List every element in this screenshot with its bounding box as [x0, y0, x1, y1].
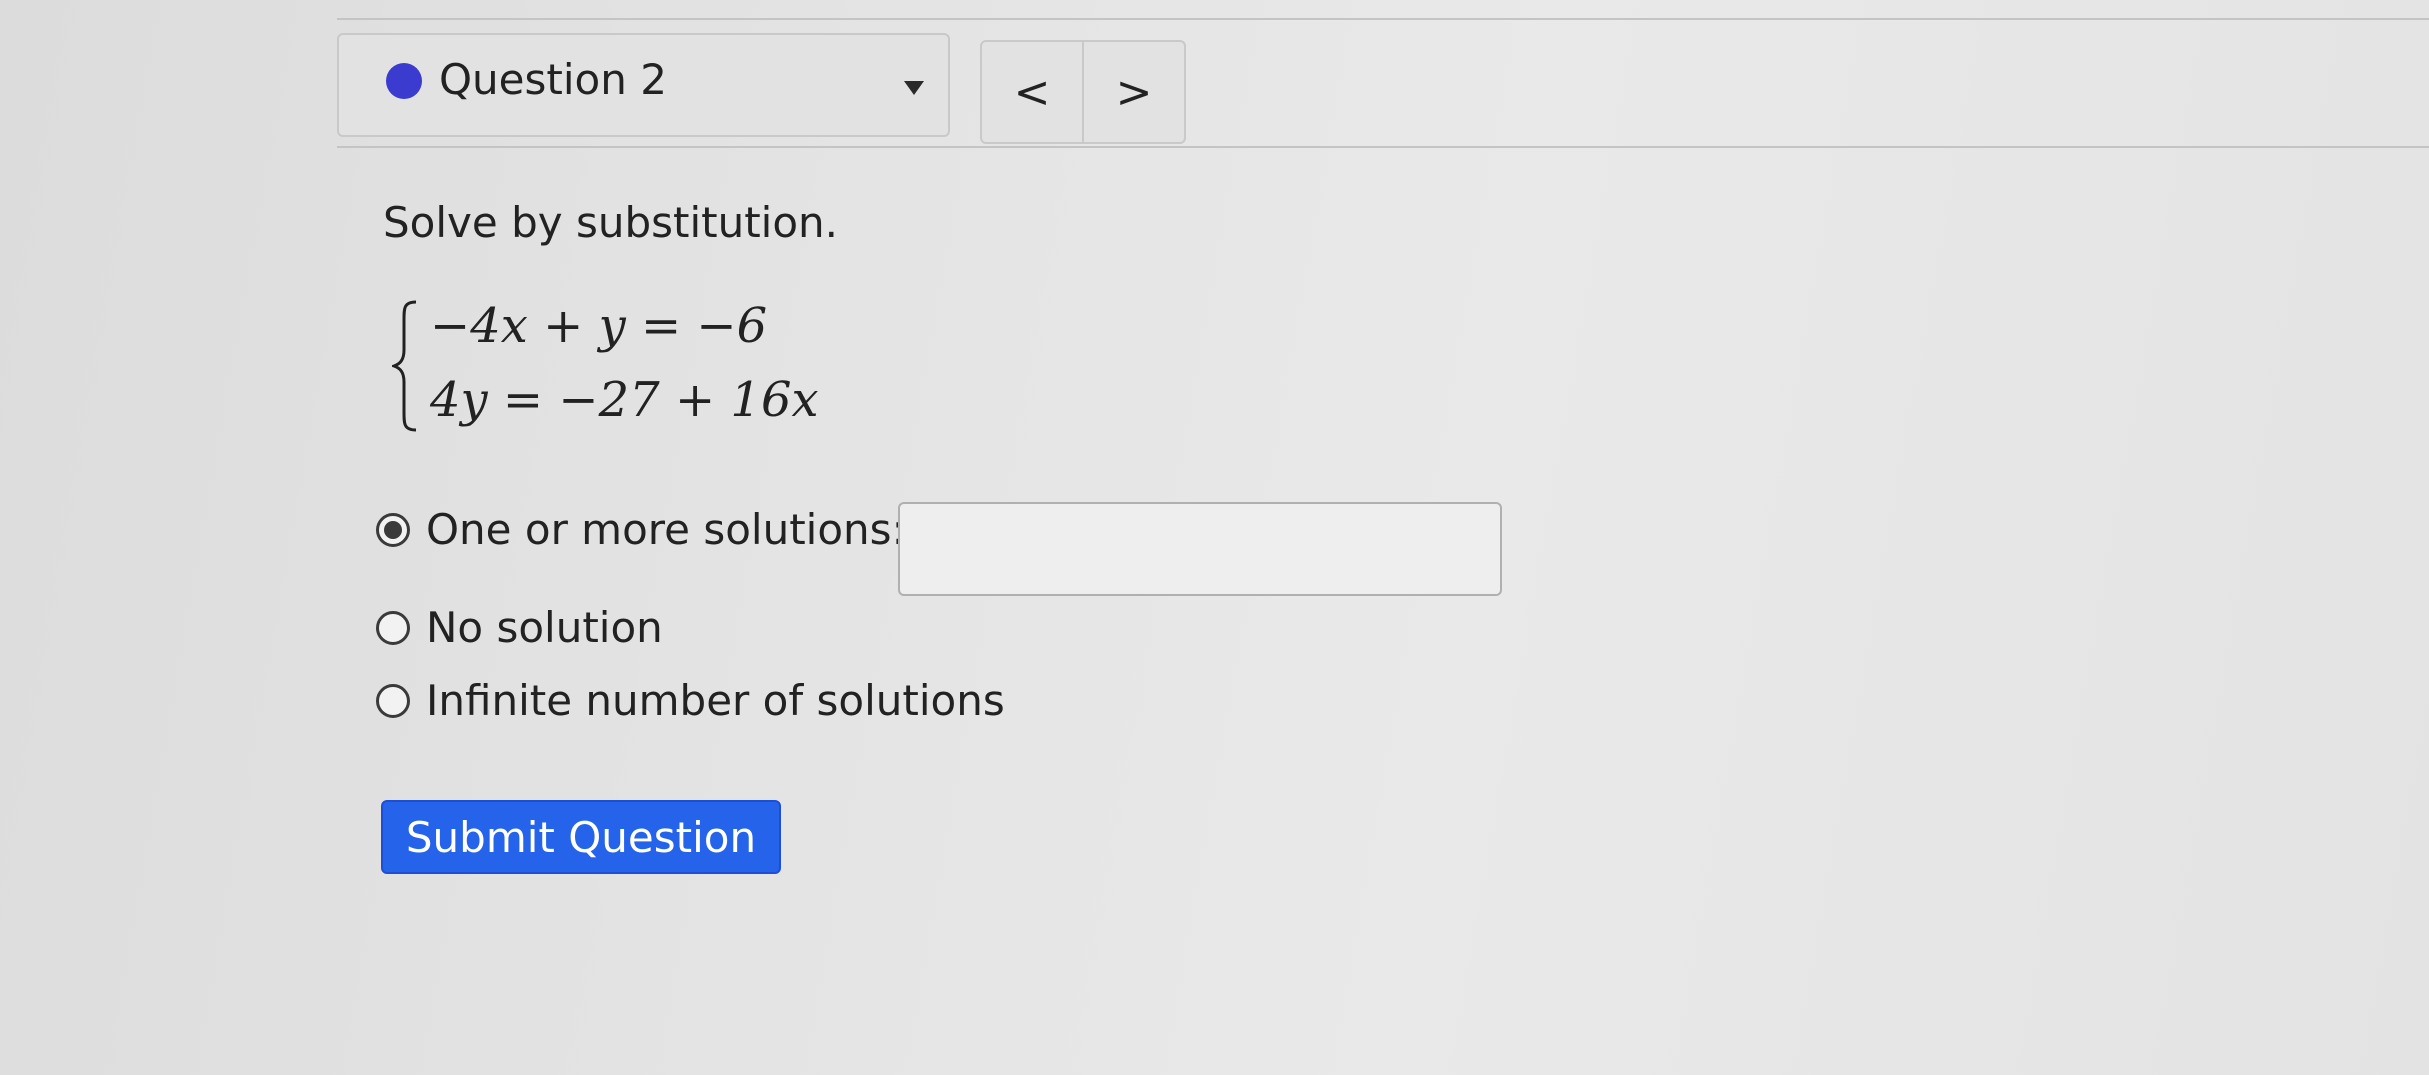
question-title: Question 2	[439, 55, 667, 104]
option-label: No solution	[426, 603, 663, 652]
caret-down-icon	[904, 81, 924, 95]
option-one-or-more-solutions[interactable]: One or more solutions:	[376, 505, 906, 554]
left-brace-icon	[392, 300, 417, 432]
equation-2: 4y = −27 + 16x	[430, 372, 819, 428]
equation-system: −4x + y = −6 4y = −27 + 16x	[392, 298, 852, 434]
top-divider	[337, 18, 2429, 20]
problem-prompt: Solve by substitution.	[383, 198, 839, 247]
question-status-dot-icon	[386, 63, 422, 99]
radio-one-or-more-solutions[interactable]	[376, 512, 410, 547]
question-navigation: < >	[980, 40, 1186, 144]
option-no-solution[interactable]: No solution	[376, 603, 663, 652]
previous-question-button[interactable]: <	[982, 42, 1082, 142]
next-question-button[interactable]: >	[1082, 42, 1184, 142]
radio-infinite-solutions[interactable]	[376, 683, 410, 718]
radio-no-solution[interactable]	[376, 610, 410, 645]
option-label: Infinite number of solutions	[426, 676, 1005, 725]
option-infinite-solutions[interactable]: Infinite number of solutions	[376, 676, 1005, 725]
chevron-left-icon: <	[1013, 66, 1051, 118]
chevron-right-icon: >	[1115, 66, 1153, 118]
submit-question-button[interactable]: Submit Question	[381, 800, 781, 874]
question-dropdown[interactable]: Question 2	[337, 33, 950, 137]
solution-input[interactable]	[898, 502, 1502, 596]
equation-1: −4x + y = −6	[430, 298, 768, 354]
header-divider	[337, 146, 2429, 148]
option-label: One or more solutions:	[426, 505, 906, 554]
